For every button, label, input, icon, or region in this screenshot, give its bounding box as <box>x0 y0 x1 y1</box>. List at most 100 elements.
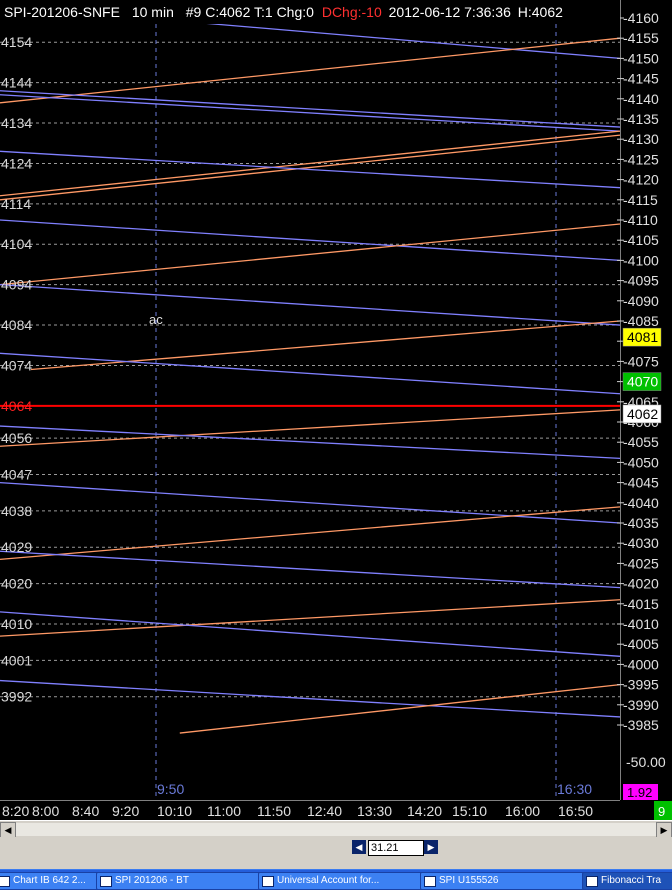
scroll-track[interactable] <box>16 823 656 836</box>
dchg-label: DChg:-10 <box>322 4 382 20</box>
x-axis-label: 11:00 <box>207 803 241 819</box>
axis-tick-label: -4115 <box>623 192 658 208</box>
level-label: 4001 <box>1 652 32 668</box>
vertical-marker-label: 9:50 <box>157 781 184 797</box>
symbol-label: SPI-201206-SNFE <box>4 4 120 20</box>
task-spi-bt[interactable]: SPI 201206 - BT <box>96 872 268 890</box>
axis-tick-label: -4105 <box>623 232 659 248</box>
status-field-value: 31.21 <box>371 842 399 854</box>
nav-left-icon[interactable]: ◀ <box>352 840 366 854</box>
vertical-marker-label: 16:30 <box>557 781 592 797</box>
scroll-right-arrow-icon[interactable]: ▶ <box>656 822 672 838</box>
axis-tick-label: -4100 <box>623 252 659 268</box>
axis-tick-label: -4005 <box>623 636 659 652</box>
level-label: 4124 <box>1 155 32 171</box>
level-label: 4144 <box>1 75 32 91</box>
level-label: 4114 <box>1 196 31 212</box>
high-label: H:4062 <box>518 4 563 20</box>
window-icon <box>262 876 274 887</box>
level-label: 4047 <box>1 467 32 483</box>
axis-tick-label: -4015 <box>623 596 659 612</box>
axis-tick-label: -4050 <box>623 454 659 470</box>
axis-tick-label: -4120 <box>623 172 659 188</box>
window-icon <box>424 876 436 887</box>
level-label: 4064 <box>1 398 32 414</box>
axis-tick-label: -4135 <box>623 111 659 127</box>
axis-tick-label: -4130 <box>623 131 659 147</box>
axis-tick-label: -4045 <box>623 475 659 491</box>
level-label: 4084 <box>1 317 32 333</box>
x-axis-label: 8:00 <box>32 803 59 819</box>
level-label: 4074 <box>1 357 32 373</box>
axis-tick-label: -4035 <box>623 515 659 531</box>
axis-tick-label: -4090 <box>623 293 659 309</box>
corner-badge-text: 9 <box>658 804 665 819</box>
datetime-label: 2012-06-12 7:36:36 <box>389 4 511 20</box>
window-icon <box>0 876 10 887</box>
axis-tick-label: -4075 <box>623 353 659 369</box>
axis-tick-label: -4160 <box>623 10 659 26</box>
axis-tick-label: -4150 <box>623 50 659 66</box>
axis-tick-label: -3995 <box>623 677 659 693</box>
axis-tick-label: -4040 <box>623 495 659 511</box>
price-chart[interactable]: 9:50 16:30 4154 4144 4134 4124 4114 4104 4094 40… <box>0 0 672 820</box>
axis-tick-label: -4020 <box>623 576 659 592</box>
x-axis-label: 8:40 <box>72 803 99 819</box>
x-axis-label: 13:30 <box>357 803 392 819</box>
axis-tick-label: -4000 <box>623 656 659 672</box>
window-icon <box>586 876 598 887</box>
x-axis-label: 15:10 <box>452 803 487 819</box>
chart-title: SPI-201206-SNFE 10 min #9 C:4062 T:1 Chg… <box>4 4 563 20</box>
price-badge-text: 4070 <box>627 374 658 390</box>
axis-tick-label: -4085 <box>623 313 659 329</box>
axis-tick-label: -4140 <box>623 91 659 107</box>
axis-tick-label: -4125 <box>623 151 659 167</box>
interval-label: 10 min <box>132 4 174 20</box>
x-axis-label: 16:50 <box>558 803 593 819</box>
task-chart[interactable]: Chart IB 642 2... <box>0 872 106 890</box>
axis-tick-label: -3990 <box>623 697 659 713</box>
chart-annotation: ac <box>149 312 163 327</box>
taskbar: Chart IB 642 2... SPI 201206 - BT Univer… <box>0 869 672 890</box>
horizontal-scrollbar[interactable]: ◀ ▶ <box>0 820 672 838</box>
stats-label: #9 C:4062 T:1 Chg:0 <box>186 4 314 20</box>
axis-tick-label: -4055 <box>623 434 659 450</box>
axis-tick-label: -4095 <box>623 273 659 289</box>
level-label: 4010 <box>1 616 32 632</box>
axis-tick-label: -4025 <box>623 555 659 571</box>
level-label: 4154 <box>1 34 32 50</box>
level-label: 4134 <box>1 115 32 131</box>
window-icon <box>100 876 112 887</box>
level-label: 4094 <box>1 277 32 293</box>
scroll-left-arrow-icon[interactable]: ◀ <box>0 822 16 838</box>
indicator-badge-text: 1.92 <box>627 785 652 800</box>
level-label: 4056 <box>1 430 32 446</box>
status-field[interactable]: 31.21 <box>368 840 424 856</box>
level-label: 4020 <box>1 576 32 592</box>
axis-tick-label: -4110 <box>623 212 658 228</box>
axis-tick-label: -4010 <box>623 616 659 632</box>
axis-tick-label: -4145 <box>623 71 659 87</box>
indicator-scale-label: -50.00 <box>626 754 666 770</box>
x-axis-label: 8:20 <box>2 803 29 819</box>
price-badge-text: 4062 <box>627 406 658 422</box>
task-universal-account[interactable]: Universal Account for... <box>258 872 430 890</box>
level-label: 4038 <box>1 503 32 519</box>
level-label: 3992 <box>1 689 32 705</box>
task-spi-account[interactable]: SPI U155526 <box>420 872 592 890</box>
x-axis-label: 10:10 <box>157 803 192 819</box>
x-axis-label: 16:00 <box>505 803 540 819</box>
axis-tick-label: -3985 <box>623 717 659 733</box>
price-badge-text: 4081 <box>627 329 658 345</box>
status-strip: ◀ 31.21 ▶ <box>0 837 672 869</box>
x-axis-label: 11:50 <box>257 803 291 819</box>
axis-tick-label: -4030 <box>623 535 659 551</box>
x-axis-label: 9:20 <box>112 803 139 819</box>
level-label: 4104 <box>1 236 32 252</box>
nav-right-icon[interactable]: ▶ <box>424 840 438 854</box>
axis-tick-label: -4155 <box>623 30 659 46</box>
price-badges: 4081 4070 4062 <box>622 327 662 424</box>
x-axis-label: 12:40 <box>307 803 342 819</box>
task-fibonacci[interactable]: Fibonacci Tra <box>582 872 672 890</box>
level-label: 4029 <box>1 539 32 555</box>
